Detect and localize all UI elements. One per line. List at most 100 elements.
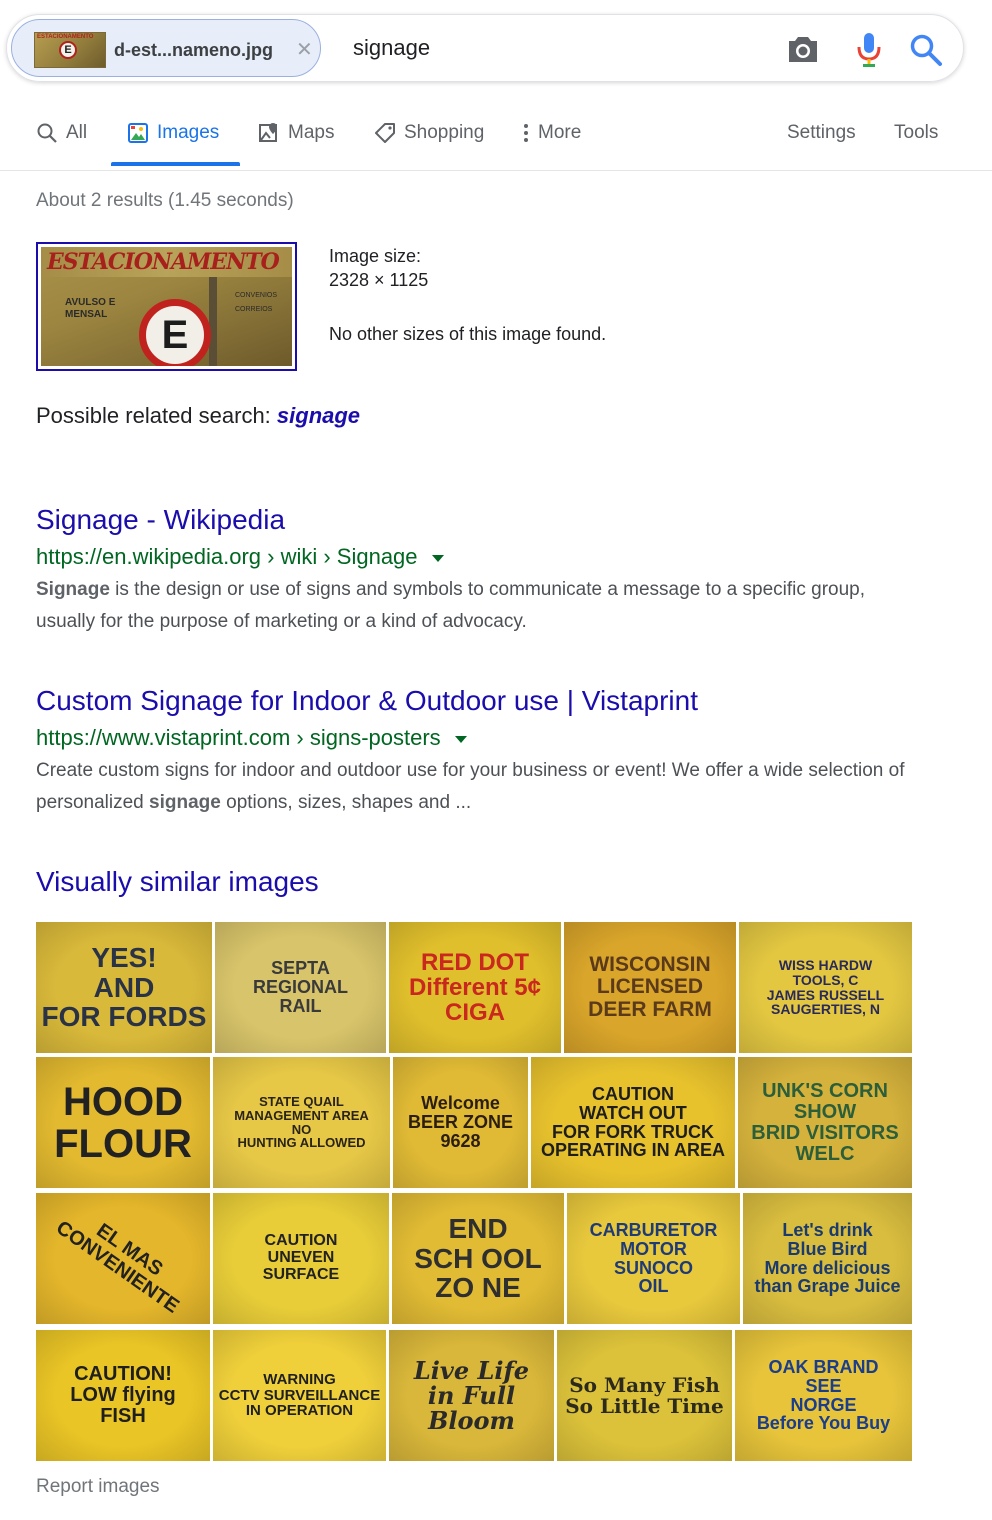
similar-image[interactable]: STATE QUAIL MANAGEMENT AREA NO HUNTING A…: [213, 1057, 390, 1188]
tab-label: All: [66, 122, 88, 143]
similar-image[interactable]: CARBURETOR MOTOR SUNOCO OIL: [567, 1193, 740, 1324]
tab-label: Maps: [288, 122, 335, 143]
similar-image[interactable]: WISCONSIN LICENSED DEER FARM: [564, 922, 736, 1053]
image-size-label: Image size:: [329, 246, 422, 266]
parking-sign: E: [139, 299, 211, 366]
tab-label: Settings: [787, 122, 856, 143]
similar-image-text: Live Life in Full Bloom: [413, 1355, 530, 1436]
similar-image-text: WARNING CCTV SURVEILLANCE IN OPERATION: [218, 1370, 381, 1420]
tab-all[interactable]: All: [36, 122, 87, 144]
similar-image[interactable]: So Many Fish So Little Time: [557, 1330, 732, 1461]
related-search: Possible related search: signage: [36, 403, 360, 429]
similar-image[interactable]: OAK BRAND SEE NORGE Before You Buy: [735, 1330, 912, 1461]
result-url-text: https://www.vistaprint.com › signs-poste…: [36, 725, 441, 750]
similar-images-row: EL MAS CONVENIENTE CAUTION UNEVEN SURFAC…: [36, 1193, 912, 1324]
result-title-link[interactable]: Signage - Wikipedia: [36, 504, 916, 536]
search-input[interactable]: signage: [353, 35, 430, 61]
similar-image[interactable]: CAUTION UNEVEN SURFACE: [213, 1193, 389, 1324]
search-icon: [36, 122, 58, 144]
tab-label: Tools: [894, 122, 939, 143]
map-icon: [258, 122, 280, 144]
query-image: ESTACIONAMENTO AVULSO E MENSAL CONVENIOS…: [41, 247, 292, 366]
similar-image[interactable]: Live Life in Full Bloom: [389, 1330, 554, 1461]
similar-image-text: CARBURETOR MOTOR SUNOCO OIL: [589, 1219, 718, 1297]
close-icon[interactable]: ✕: [296, 37, 313, 62]
similar-image[interactable]: Welcome BEER ZONE 9628: [393, 1057, 528, 1188]
similar-image-text: WISCONSIN LICENSED DEER FARM: [588, 953, 712, 1021]
similar-image-text: HOOD FLOUR: [54, 1079, 192, 1166]
result-title-link[interactable]: Custom Signage for Indoor & Outdoor use …: [36, 685, 916, 717]
microphone-icon[interactable]: [855, 31, 883, 72]
similar-image[interactable]: EL MAS CONVENIENTE: [36, 1193, 210, 1324]
tag-icon: [374, 122, 396, 144]
similar-image[interactable]: Let's drink Blue Bird More delicious tha…: [743, 1193, 912, 1324]
similar-image[interactable]: RED DOT Different 5¢ CIGA: [389, 922, 561, 1053]
query-image-right-text: CONVENIOS CORREIOS: [235, 292, 278, 313]
similar-image-text: END SCH OOL ZO NE: [414, 1213, 542, 1304]
similar-image[interactable]: UNK'S CORN SHOW BRID VISITORS WELC: [738, 1057, 912, 1188]
query-image-left-text: AVULSO E MENSAL: [65, 297, 116, 320]
similar-images-row: YES! AND FOR FORDS SEPTA REGIONAL RAIL R…: [36, 922, 912, 1053]
similar-image-text: YES! AND FOR FORDS: [41, 942, 207, 1033]
similar-image-text: UNK'S CORN SHOW BRID VISITORS WELC: [751, 1079, 899, 1165]
search-bar[interactable]: ESTACIONAMENTO E d-est...nameno.jpg ✕ si…: [6, 14, 964, 82]
tab-label: More: [538, 122, 582, 143]
tab-shopping[interactable]: Shopping: [374, 122, 484, 144]
similar-image-text: Let's drink Blue Bird More delicious tha…: [754, 1219, 901, 1297]
search-icon[interactable]: [909, 33, 943, 72]
result-stats: About 2 results (1.45 seconds): [36, 190, 294, 211]
similar-image-text: WISS HARDW TOOLS, C JAMES RUSSELL SAUGER…: [766, 957, 885, 1018]
similar-image[interactable]: WARNING CCTV SURVEILLANCE IN OPERATION: [213, 1330, 386, 1461]
related-search-link[interactable]: signage: [277, 403, 360, 428]
similar-image[interactable]: WISS HARDW TOOLS, C JAMES RUSSELL SAUGER…: [739, 922, 912, 1053]
image-icon: [127, 122, 149, 144]
similar-image[interactable]: SEPTA REGIONAL RAIL: [215, 922, 386, 1053]
similar-image-text: OAK BRAND SEE NORGE Before You Buy: [756, 1356, 891, 1434]
search-tabs: All Images Maps Shopping More Settings T…: [0, 100, 992, 171]
snippet-highlight: signage: [149, 792, 221, 813]
uploaded-image-chip[interactable]: ESTACIONAMENTO E d-est...nameno.jpg ✕: [11, 19, 321, 77]
similar-image[interactable]: YES! AND FOR FORDS: [36, 922, 212, 1053]
image-sizes-note: No other sizes of this image found.: [329, 324, 607, 344]
query-image-title-text: ESTACIONAMENTO: [47, 249, 280, 275]
caret-down-icon[interactable]: [431, 554, 444, 562]
image-size-info: Image size: 2328 × 1125: [329, 244, 428, 292]
similar-images-row: CAUTION! LOW flying FISH WARNING CCTV SU…: [36, 1330, 912, 1461]
uploaded-image-thumbnail: ESTACIONAMENTO E: [34, 32, 106, 68]
snippet-text: is the design or use of signs and symbol…: [36, 579, 866, 632]
similar-image[interactable]: CAUTION! LOW flying FISH: [36, 1330, 210, 1461]
tab-settings[interactable]: Settings: [787, 122, 856, 144]
result-url: https://en.wikipedia.org › wiki › Signag…: [36, 544, 916, 570]
similar-image-text: CAUTION UNEVEN SURFACE: [262, 1232, 340, 1283]
similar-image[interactable]: CAUTION WATCH OUT FOR FORK TRUCK OPERATI…: [531, 1057, 735, 1188]
tab-images[interactable]: Images: [127, 122, 219, 144]
similar-image-text: CAUTION WATCH OUT FOR FORK TRUCK OPERATI…: [540, 1083, 725, 1161]
chip-thumb-text: ESTACIONAMENTO: [37, 34, 94, 40]
caret-down-icon[interactable]: [454, 735, 467, 743]
image-size-value: 2328 × 1125: [329, 270, 429, 290]
visually-similar-heading[interactable]: Visually similar images: [36, 866, 319, 898]
related-search-prefix: Possible related search:: [36, 403, 277, 428]
tab-more[interactable]: More: [522, 122, 581, 144]
similar-image-text: So Many Fish So Little Time: [565, 1372, 724, 1418]
similar-image[interactable]: HOOD FLOUR: [36, 1057, 210, 1188]
report-images-link[interactable]: Report images: [36, 1476, 160, 1498]
active-tab-indicator: [111, 162, 240, 166]
result-url-text: https://en.wikipedia.org › wiki › Signag…: [36, 544, 418, 569]
tab-tools[interactable]: Tools: [894, 122, 938, 144]
more-vert-icon: [522, 122, 530, 144]
result-snippet: Create custom signs for indoor and outdo…: [36, 755, 916, 819]
similar-image-text: CAUTION! LOW flying FISH: [70, 1363, 176, 1427]
result-snippet: Signage is the design or use of signs an…: [36, 574, 916, 638]
snippet-text: options, sizes, shapes and ...: [220, 792, 472, 813]
similar-image-text: STATE QUAIL MANAGEMENT AREA NO HUNTING A…: [234, 1094, 369, 1151]
query-image-thumbnail[interactable]: ESTACIONAMENTO AVULSO E MENSAL CONVENIOS…: [36, 242, 297, 371]
search-result: Signage - Wikipedia https://en.wikipedia…: [36, 504, 916, 638]
result-url: https://www.vistaprint.com › signs-poste…: [36, 725, 916, 751]
query-image-pole: [209, 277, 217, 366]
camera-icon[interactable]: [787, 35, 819, 68]
tab-maps[interactable]: Maps: [258, 122, 334, 144]
tab-label: Images: [157, 122, 220, 143]
chip-thumb-letter: E: [59, 41, 77, 59]
similar-image[interactable]: END SCH OOL ZO NE: [392, 1193, 564, 1324]
